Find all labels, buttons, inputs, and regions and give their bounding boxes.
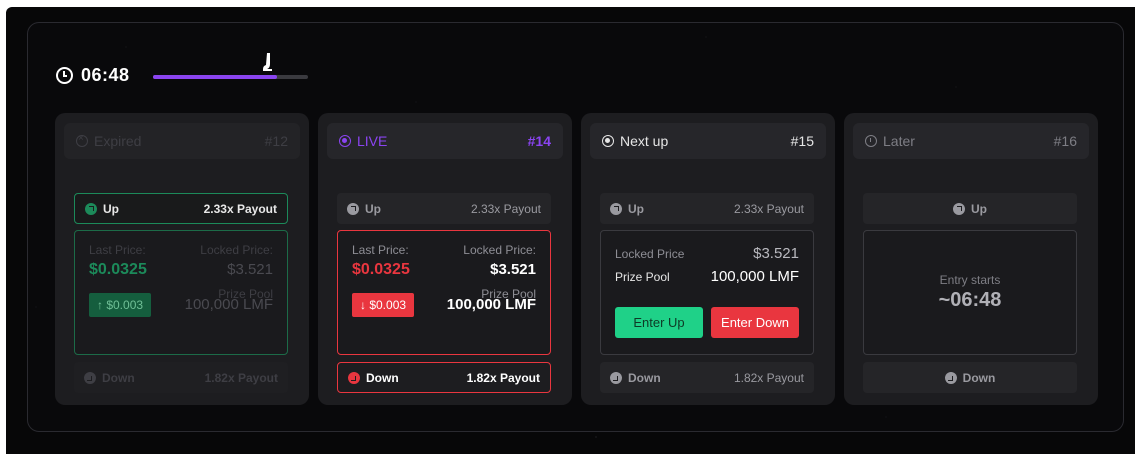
down-payout: 1.82x Payout — [733, 370, 804, 385]
clock-icon — [56, 66, 73, 84]
enter-up-button[interactable]: Enter Up — [615, 307, 703, 338]
round-card-next: Next up #15 Up 2.33x Payout Locked Price… — [581, 113, 835, 405]
price-box: Last Price: Locked Price: $0.0325 $3.521… — [337, 230, 551, 355]
clock-small-icon — [865, 135, 877, 147]
round-card-later: Later #16 Up Entry starts ~06:48 Down — [844, 113, 1098, 405]
live-icon — [339, 135, 351, 147]
timer-value: 06:48 — [81, 64, 130, 85]
down-row: Down — [863, 362, 1077, 393]
locked-price-label: Locked Price: — [463, 243, 536, 257]
round-number: #16 — [1053, 133, 1077, 149]
up-label: Up — [628, 201, 644, 216]
card-header: Expired #12 — [64, 123, 300, 159]
pool-value: 100,000 LMF — [446, 296, 536, 313]
up-row: Up 2.33x Payout — [74, 193, 288, 224]
price-change-badge: ↑ $0.003 — [89, 293, 152, 317]
up-label: Up — [103, 201, 119, 216]
locked-price-label: Locked Price: — [200, 243, 273, 257]
down-row: Down 1.82x Payout — [600, 362, 814, 393]
locked-price-value: $3.521 — [227, 261, 273, 278]
down-arrow-icon — [610, 371, 622, 384]
up-row: Up 2.33x Payout — [337, 193, 551, 224]
down-row: Down 1.82x Payout — [337, 362, 551, 393]
last-price-value: $0.0325 — [352, 261, 410, 278]
down-label: Down — [628, 370, 661, 385]
next-icon — [602, 135, 614, 147]
up-row: Up 2.33x Payout — [600, 193, 814, 224]
round-number: #15 — [790, 133, 814, 149]
locked-price-value: $3.521 — [490, 261, 536, 278]
locked-price-label: Locked Price — [615, 247, 685, 261]
timer-progress-fill — [153, 75, 277, 79]
down-label: Down — [366, 370, 399, 385]
round-card-expired: Expired #12 Up 2.33x Payout Last Price: … — [55, 113, 309, 405]
down-arrow-icon — [944, 371, 957, 384]
card-header: Next up #15 — [590, 123, 826, 159]
up-payout: 2.33x Payout — [733, 201, 804, 216]
status-label: Later — [883, 133, 915, 149]
pool-label: Prize Pool — [615, 270, 670, 284]
up-label: Up — [971, 201, 987, 216]
pool-value: 100,000 LMF — [184, 296, 273, 313]
up-row: Up — [863, 193, 1077, 224]
pool-value: 100,000 LMF — [710, 268, 799, 285]
runner-icon — [263, 53, 272, 71]
down-payout: 1.82x Payout — [466, 370, 540, 385]
up-payout: 2.33x Payout — [203, 201, 277, 216]
app-background: 06:48 Expired #12 Up 2.33x Payout Last P… — [6, 7, 1135, 454]
down-label: Down — [102, 370, 135, 385]
round-timer: 06:48 — [56, 60, 130, 90]
round-number: #14 — [527, 133, 551, 149]
entry-box: Locked Price $3.521 Prize Pool 100,000 L… — [600, 230, 814, 355]
up-payout: 2.33x Payout — [470, 201, 541, 216]
expired-icon — [76, 133, 88, 147]
round-card-live: LIVE #14 Up 2.33x Payout Last Price: Loc… — [318, 113, 572, 405]
up-arrow-icon — [953, 202, 965, 215]
round-number: #12 — [264, 133, 288, 149]
status-label: Next up — [620, 133, 669, 149]
up-arrow-icon — [610, 202, 622, 215]
last-price-label: Last Price: — [352, 243, 409, 257]
locked-price-value: $3.521 — [753, 245, 799, 262]
entry-countdown-box: Entry starts ~06:48 — [863, 230, 1077, 355]
card-header: Later #16 — [853, 123, 1089, 159]
last-price-value: $0.0325 — [89, 261, 147, 278]
timer-progress-bar — [153, 75, 308, 79]
entry-starts-label: Entry starts — [939, 273, 1001, 287]
price-box: Last Price: Locked Price: $0.0325 $3.521… — [74, 230, 288, 355]
down-label: Down — [962, 370, 996, 385]
down-arrow-icon — [84, 371, 96, 384]
card-header: LIVE #14 — [327, 123, 563, 159]
last-price-label: Last Price: — [89, 243, 146, 257]
status-label: Expired — [94, 133, 142, 149]
down-row: Down 1.82x Payout — [74, 362, 288, 393]
price-change-badge: ↓ $0.003 — [352, 293, 415, 317]
enter-down-button[interactable]: Enter Down — [711, 307, 799, 338]
down-payout: 1.82x Payout — [204, 370, 278, 385]
entry-starts-time: ~06:48 — [938, 289, 1002, 311]
status-label: LIVE — [357, 133, 388, 149]
up-label: Up — [365, 201, 381, 216]
up-arrow-icon — [85, 202, 97, 215]
up-arrow-icon — [347, 202, 359, 215]
down-arrow-icon — [348, 371, 360, 384]
